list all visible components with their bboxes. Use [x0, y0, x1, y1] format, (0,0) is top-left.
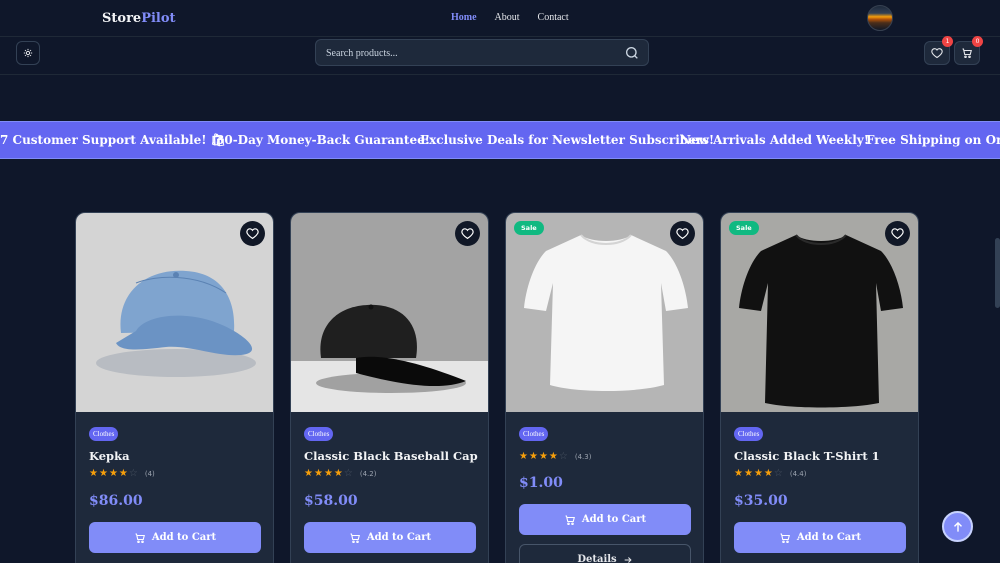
wishlist-count-badge: 1: [942, 36, 953, 47]
add-to-cart-label: Add to Cart: [581, 514, 647, 525]
search-input[interactable]: [326, 45, 616, 61]
wishlist-button[interactable]: 1: [924, 36, 953, 65]
nav-link-contact[interactable]: Contact: [538, 12, 569, 23]
arrow-right-icon: [624, 556, 632, 563]
product-card[interactable]: Sale Clothes Classic Black T-Shirt 1 ★ ★…: [720, 212, 919, 563]
main-nav: Home About Contact: [451, 12, 587, 23]
details-label: Details: [577, 554, 617, 563]
star-icon: ★: [323, 468, 333, 479]
cart-icon: [565, 514, 575, 525]
product-rating: ★ ★ ★ ★ ☆ (4.2): [304, 469, 376, 479]
announcement-marquee: 7 Customer Support Available! 🛍 30-Day M…: [0, 121, 1000, 159]
star-icon: ★: [548, 451, 558, 462]
star-icon: ★: [108, 468, 118, 479]
cart-icon: [780, 532, 790, 543]
product-rating: ★ ★ ★ ★ ☆ (4.4): [734, 469, 806, 479]
star-icon: ★: [98, 468, 108, 479]
rating-count: (4): [144, 470, 155, 478]
star-icon: ★: [743, 468, 753, 479]
product-price: $35.00: [734, 493, 788, 509]
add-to-cart-label: Add to Cart: [796, 532, 862, 543]
star-icon: ★: [538, 451, 548, 462]
heart-icon: [931, 48, 943, 59]
cart-icon: [135, 532, 145, 543]
marquee-item: Free Shipping on Orders: [866, 133, 1000, 147]
star-icon: ★: [763, 468, 773, 479]
star-icon: ★: [519, 451, 528, 462]
brand-logo[interactable]: StorePilot: [102, 11, 176, 26]
sale-badge: Sale: [514, 221, 544, 235]
heart-icon: [461, 228, 474, 240]
sun-icon: [23, 48, 33, 58]
brand-logo-second: Pilot: [141, 11, 176, 26]
star-empty-icon: ☆: [343, 468, 353, 479]
marquee-item: New Arrivals Added Weekly!: [680, 133, 870, 147]
heart-icon: [676, 228, 689, 240]
add-to-cart-button[interactable]: Add to Cart: [89, 522, 261, 553]
add-to-cart-label: Add to Cart: [151, 532, 217, 543]
product-card[interactable]: Clothes Classic Black Baseball Cap ★ ★ ★…: [290, 212, 489, 563]
star-empty-icon: ☆: [128, 468, 138, 479]
nav-link-home[interactable]: Home: [451, 12, 477, 23]
star-icon: ★: [333, 468, 343, 479]
star-icon: ★: [734, 468, 743, 479]
star-icon: ★: [89, 468, 98, 479]
search-icon[interactable]: [624, 45, 640, 61]
category-badge[interactable]: Clothes: [734, 427, 764, 441]
star-icon: ★: [528, 451, 538, 462]
cart-button[interactable]: 0: [954, 36, 983, 65]
add-to-cart-button[interactable]: Add to Cart: [304, 522, 476, 553]
star-empty-icon: ☆: [773, 468, 783, 479]
star-icon: ★: [118, 468, 128, 479]
heart-icon: [891, 228, 904, 240]
category-badge[interactable]: Clothes: [519, 427, 549, 441]
nav-link-about[interactable]: About: [495, 12, 520, 23]
theme-toggle-button[interactable]: [16, 41, 40, 65]
user-avatar[interactable]: [867, 5, 893, 31]
arrow-up-icon: [953, 521, 962, 532]
star-icon: ★: [753, 468, 763, 479]
category-badge[interactable]: Clothes: [89, 427, 119, 441]
cart-icon: [962, 48, 972, 59]
cart-icon: [350, 532, 360, 543]
wishlist-toggle-button[interactable]: [670, 221, 695, 246]
marquee-item: 7 Customer Support Available! 🛍: [0, 133, 226, 147]
star-icon: ★: [304, 468, 313, 479]
product-rating: ★ ★ ★ ★ ☆ (4.3): [519, 452, 591, 462]
brand-logo-first: Store: [102, 11, 142, 26]
product-card[interactable]: Sale Clothes ★ ★ ★ ★ ☆ (4.3) $1.00 Add t…: [505, 212, 704, 563]
product-price: $86.00: [89, 493, 143, 509]
category-badge[interactable]: Clothes: [304, 427, 334, 441]
star-icon: ★: [313, 468, 323, 479]
wishlist-toggle-button[interactable]: [240, 221, 265, 246]
rating-count: (4.3): [574, 453, 592, 461]
product-title[interactable]: Kepka: [89, 449, 130, 463]
scroll-to-top-button[interactable]: [942, 511, 973, 542]
add-to-cart-button[interactable]: Add to Cart: [519, 504, 691, 535]
add-to-cart-button[interactable]: Add to Cart: [734, 522, 906, 553]
product-price: $58.00: [304, 493, 358, 509]
search-bar: [315, 39, 649, 66]
sale-badge: Sale: [729, 221, 759, 235]
add-to-cart-label: Add to Cart: [366, 532, 432, 543]
product-card[interactable]: Clothes Kepka ★ ★ ★ ★ ☆ (4) $86.00 Add t…: [75, 212, 274, 563]
wishlist-toggle-button[interactable]: [455, 221, 480, 246]
marquee-item: Exclusive Deals for Newsletter Subscribe…: [420, 133, 715, 147]
utility-bar: 1 0: [0, 36, 1000, 75]
rating-count: (4.2): [359, 470, 377, 478]
product-price: $1.00: [519, 475, 563, 491]
page-scrollbar[interactable]: [995, 238, 1000, 308]
star-empty-icon: ☆: [558, 451, 568, 462]
cart-count-badge: 0: [972, 36, 983, 47]
marquee-item: 30-Day Money-Back Guarantee!: [216, 133, 430, 147]
product-title[interactable]: Classic Black Baseball Cap: [304, 449, 478, 463]
details-button[interactable]: Details: [519, 544, 691, 563]
wishlist-toggle-button[interactable]: [885, 221, 910, 246]
rating-count: (4.4): [789, 470, 807, 478]
heart-icon: [246, 228, 259, 240]
product-rating: ★ ★ ★ ★ ☆ (4): [89, 469, 155, 479]
product-title[interactable]: Classic Black T-Shirt 1: [734, 449, 880, 463]
top-navbar: StorePilot Home About Contact: [0, 0, 1000, 37]
